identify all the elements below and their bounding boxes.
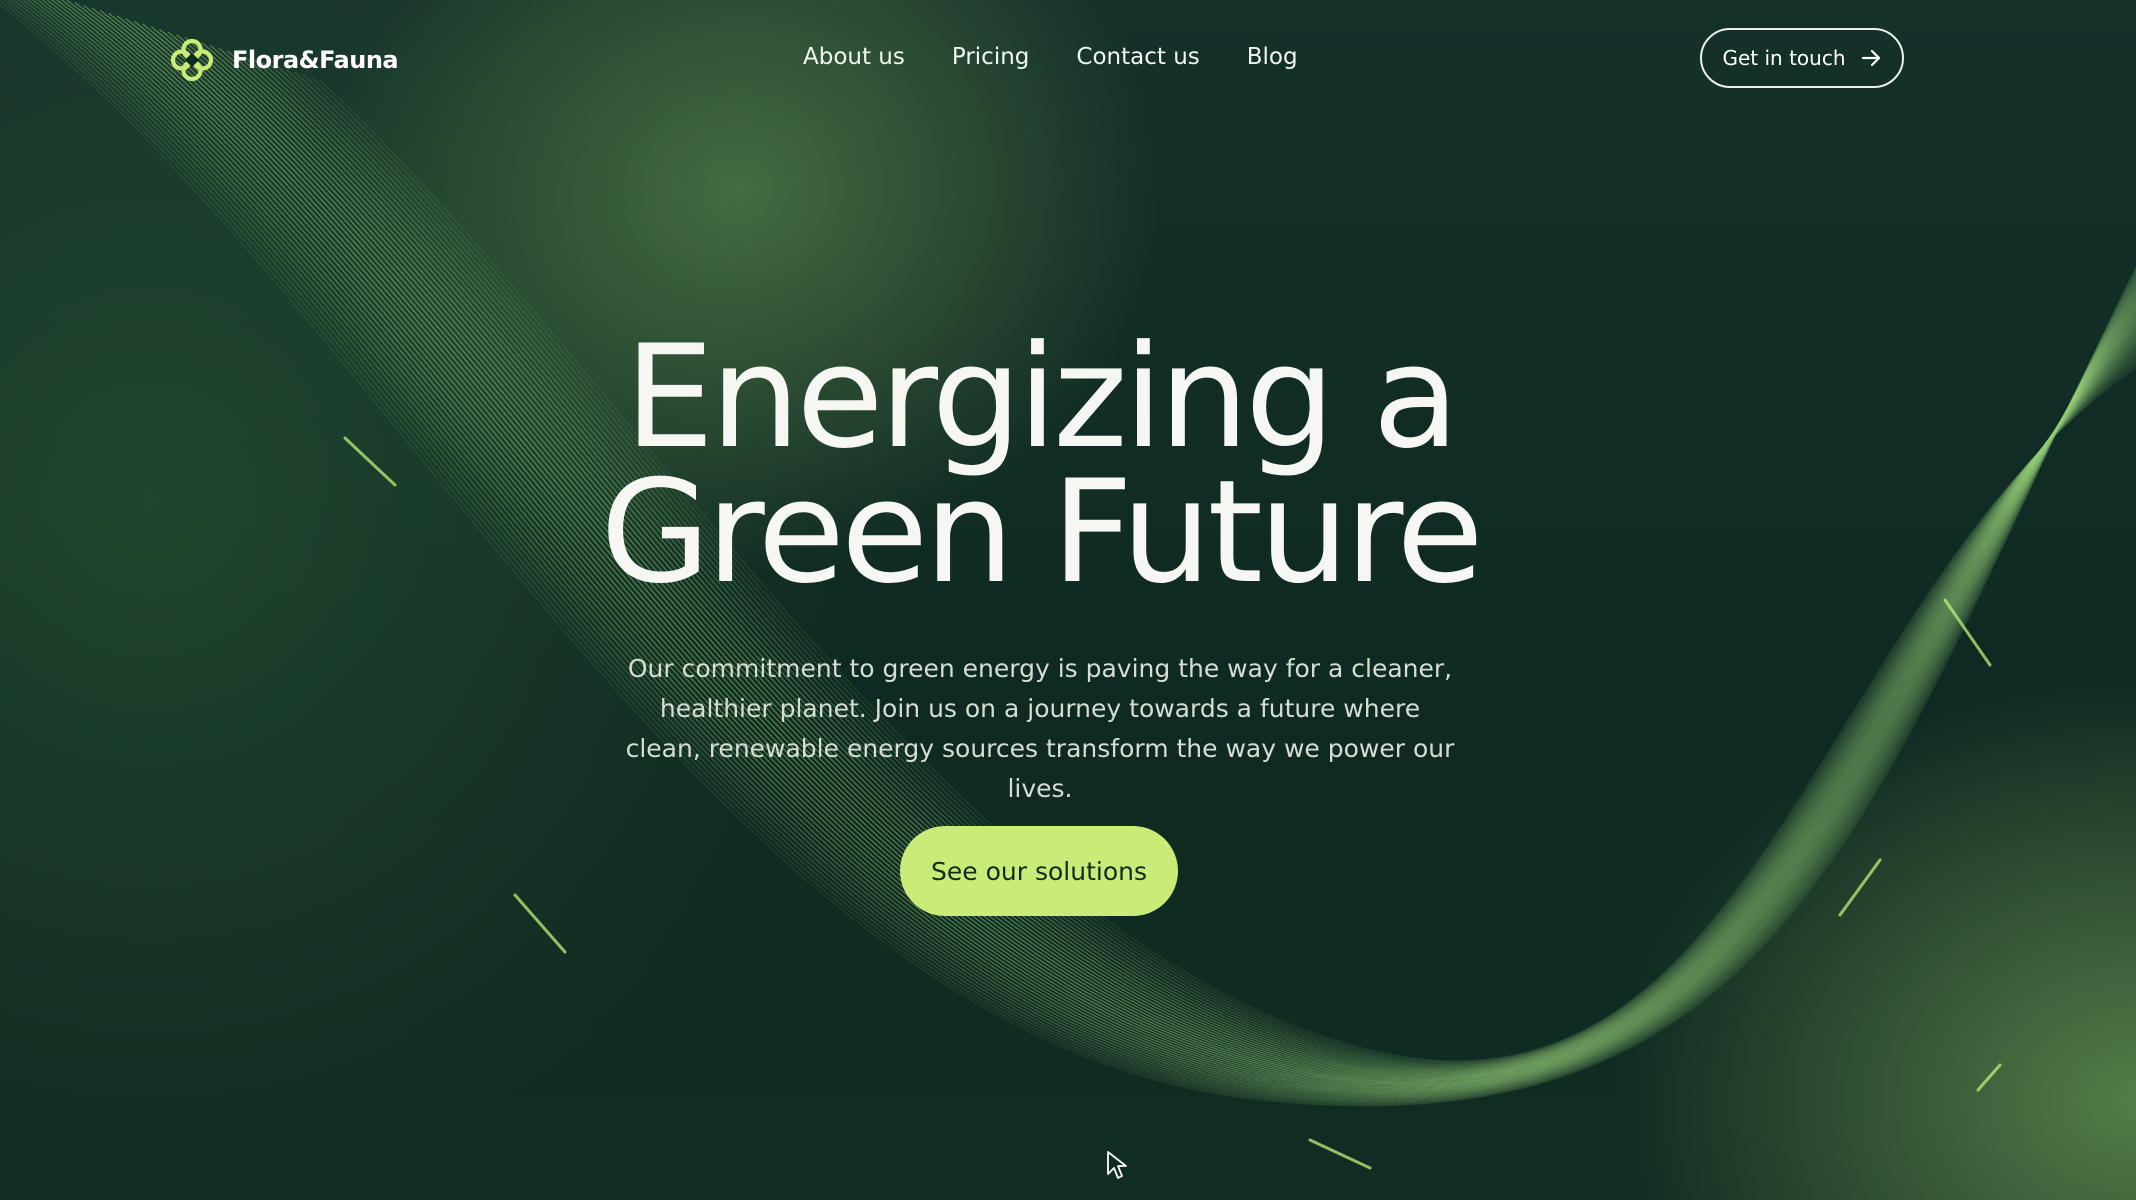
nav-link-contact-us[interactable]: Contact us [1076,44,1199,70]
hero-title: Energizing a Green Future [0,315,2080,615]
top-navigation: Flora&Fauna About us Pricing Contact us … [0,28,2136,92]
nav-link-blog[interactable]: Blog [1247,44,1298,70]
clover-logo-icon [170,38,214,82]
light-streak [513,893,567,954]
nav-link-about-us[interactable]: About us [803,44,905,70]
arrow-right-icon [1861,49,1880,67]
light-streak [1308,1138,1372,1170]
get-in-touch-label: Get in touch [1722,46,1846,70]
light-streak [1976,1063,2002,1092]
nav-links: About us Pricing Contact us Blog [803,44,1298,70]
brand-logo-link[interactable]: Flora&Fauna [170,38,399,82]
see-our-solutions-button[interactable]: See our solutions [900,826,1178,916]
light-streak [1838,858,1882,917]
get-in-touch-button[interactable]: Get in touch [1700,28,1904,88]
mouse-cursor-icon [1107,1151,1127,1179]
hero-title-line-2: Green Future [600,450,1483,615]
hero-title-line-1: Energizing a [624,315,1460,480]
hero-subtitle: Our commitment to green energy is paving… [625,654,1455,803]
nav-link-pricing[interactable]: Pricing [952,44,1030,70]
brand-name: Flora&Fauna [232,46,399,74]
